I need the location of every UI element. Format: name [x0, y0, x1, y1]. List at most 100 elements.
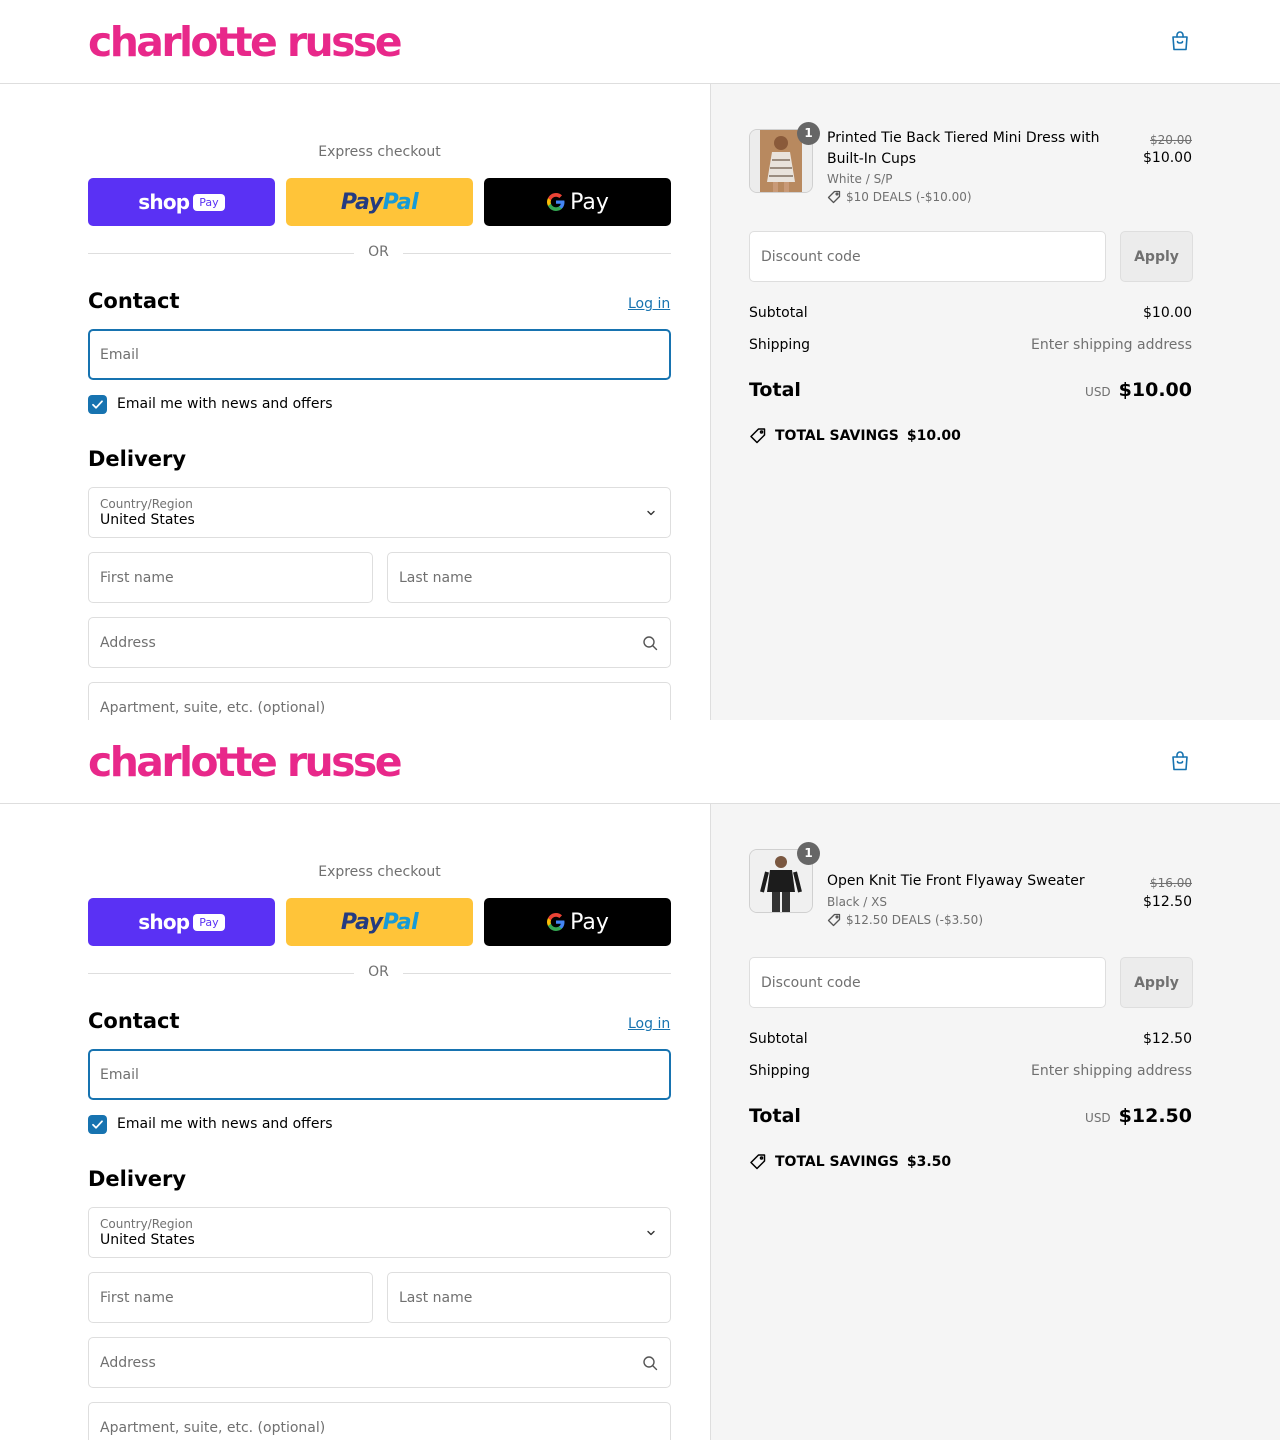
price-current: $10.00 [1143, 150, 1192, 166]
divider-line [403, 973, 671, 974]
google-pay-button[interactable]: Pay [484, 898, 671, 946]
last-name-input[interactable] [399, 1273, 659, 1322]
google-pay-logo: Pay [546, 910, 609, 935]
google-pay-logo: Pay [546, 190, 609, 215]
product-deal: $12.50 DEALS (-$3.50) [827, 913, 983, 927]
country-select[interactable]: Country/Region United States [88, 487, 671, 538]
last-name-input[interactable] [399, 553, 659, 602]
chevron-down-icon [647, 1230, 655, 1236]
country-value: United States [100, 512, 195, 528]
address-field[interactable] [88, 617, 671, 668]
tag-icon [827, 913, 841, 927]
or-label: OR [368, 964, 389, 980]
shop-pay-pill: Pay [193, 913, 225, 931]
total-currency: USD [1085, 385, 1111, 399]
country-value: United States [100, 1232, 195, 1248]
newsletter-checkbox[interactable] [88, 1115, 107, 1134]
contact-title: Contact [88, 289, 180, 313]
first-name-field[interactable] [88, 1272, 373, 1323]
divider-line [88, 973, 354, 974]
address-input[interactable] [100, 1338, 640, 1387]
shopping-bag-icon[interactable] [1168, 29, 1192, 53]
subtotal-value: $10.00 [1143, 305, 1192, 321]
header: charlotte russe [0, 0, 1280, 84]
tag-icon [827, 190, 841, 204]
address-field[interactable] [88, 1337, 671, 1388]
price-current: $12.50 [1143, 894, 1192, 910]
country-select[interactable]: Country/Region United States [88, 1207, 671, 1258]
email-field[interactable] [88, 1049, 671, 1100]
contact-title: Contact [88, 1009, 180, 1033]
checkmark-icon [92, 1120, 103, 1129]
paypal-button[interactable]: PayPal [286, 898, 473, 946]
product-variant: White / S/P [827, 172, 893, 186]
shipping-label: Shipping [749, 337, 811, 353]
last-name-field[interactable] [387, 552, 671, 603]
login-link[interactable]: Log in [628, 296, 670, 312]
shop-pay-button[interactable]: shop Pay [88, 178, 275, 226]
email-input[interactable] [100, 330, 640, 379]
google-pay-button[interactable]: Pay [484, 178, 671, 226]
email-field[interactable] [88, 329, 671, 380]
total-label: Total [749, 1105, 801, 1127]
newsletter-label[interactable]: Email me with news and offers [117, 396, 333, 412]
brand-logo[interactable]: charlotte russe [88, 14, 403, 70]
savings-value: $10.00 [906, 428, 961, 444]
apply-button[interactable]: Apply [1120, 231, 1193, 282]
discount-field[interactable] [749, 231, 1106, 282]
address-input[interactable] [100, 618, 640, 667]
total-label: Total [749, 379, 801, 401]
chevron-down-icon [647, 510, 655, 516]
login-link[interactable]: Log in [628, 1016, 670, 1032]
newsletter-checkbox[interactable] [88, 395, 107, 414]
or-divider: OR [88, 244, 671, 262]
country-label: Country/Region [100, 1217, 193, 1231]
or-divider: OR [88, 964, 671, 982]
shipping-value: Enter shipping address [1031, 337, 1192, 353]
checkout-main: Express checkout shop Pay PayPal Pay OR [0, 804, 710, 1440]
subtotal-value: $12.50 [1143, 1031, 1192, 1047]
paypal-logo: PayPal [340, 909, 419, 935]
checkout-screen-1: charlotte russe Express checkout shop Pa… [0, 0, 1280, 720]
shop-pay-button[interactable]: shop Pay [88, 898, 275, 946]
delivery-title: Delivery [88, 447, 187, 471]
savings-label: TOTAL SAVINGS [775, 428, 899, 444]
deal-text: $12.50 DEALS (-$3.50) [846, 913, 983, 927]
paypal-button[interactable]: PayPal [286, 178, 473, 226]
divider-line [88, 253, 354, 254]
first-name-field[interactable] [88, 552, 373, 603]
total-amount: $10.00 [1118, 379, 1192, 401]
first-name-input[interactable] [100, 553, 360, 602]
discount-input[interactable] [761, 232, 1091, 281]
total-currency: USD [1085, 1111, 1111, 1125]
apartment-input[interactable] [100, 683, 640, 720]
first-name-input[interactable] [100, 1273, 360, 1322]
subtotal-label: Subtotal [749, 1031, 808, 1047]
apply-button[interactable]: Apply [1120, 957, 1193, 1008]
apartment-input[interactable] [100, 1403, 640, 1440]
divider-line [403, 253, 671, 254]
apartment-field[interactable] [88, 682, 671, 720]
apartment-field[interactable] [88, 1402, 671, 1440]
newsletter-label[interactable]: Email me with news and offers [117, 1116, 333, 1132]
savings-tag-icon [750, 428, 766, 444]
shop-pay-logo: shop [138, 910, 190, 934]
checkmark-icon [92, 400, 103, 409]
brand-logo[interactable]: charlotte russe [88, 734, 403, 790]
checkout-screen-2: charlotte russe Express checkout shop Pa… [0, 720, 1280, 1440]
shipping-label: Shipping [749, 1063, 811, 1079]
email-input[interactable] [100, 1050, 640, 1099]
quantity-badge: 1 [797, 122, 820, 145]
total-value-group: USD $10.00 [1085, 379, 1192, 401]
shopping-bag-icon[interactable] [1168, 749, 1192, 773]
order-summary: 1 Open Knit Tie Front Flyaway Sweater Bl… [710, 804, 1280, 1440]
discount-input[interactable] [761, 958, 1091, 1007]
last-name-field[interactable] [387, 1272, 671, 1323]
search-icon [643, 1356, 658, 1371]
discount-field[interactable] [749, 957, 1106, 1008]
subtotal-label: Subtotal [749, 305, 808, 321]
savings-value: $3.50 [906, 1154, 952, 1170]
shop-pay-logo: shop [138, 190, 190, 214]
shop-pay-pill: Pay [193, 193, 225, 211]
delivery-title: Delivery [88, 1167, 187, 1191]
